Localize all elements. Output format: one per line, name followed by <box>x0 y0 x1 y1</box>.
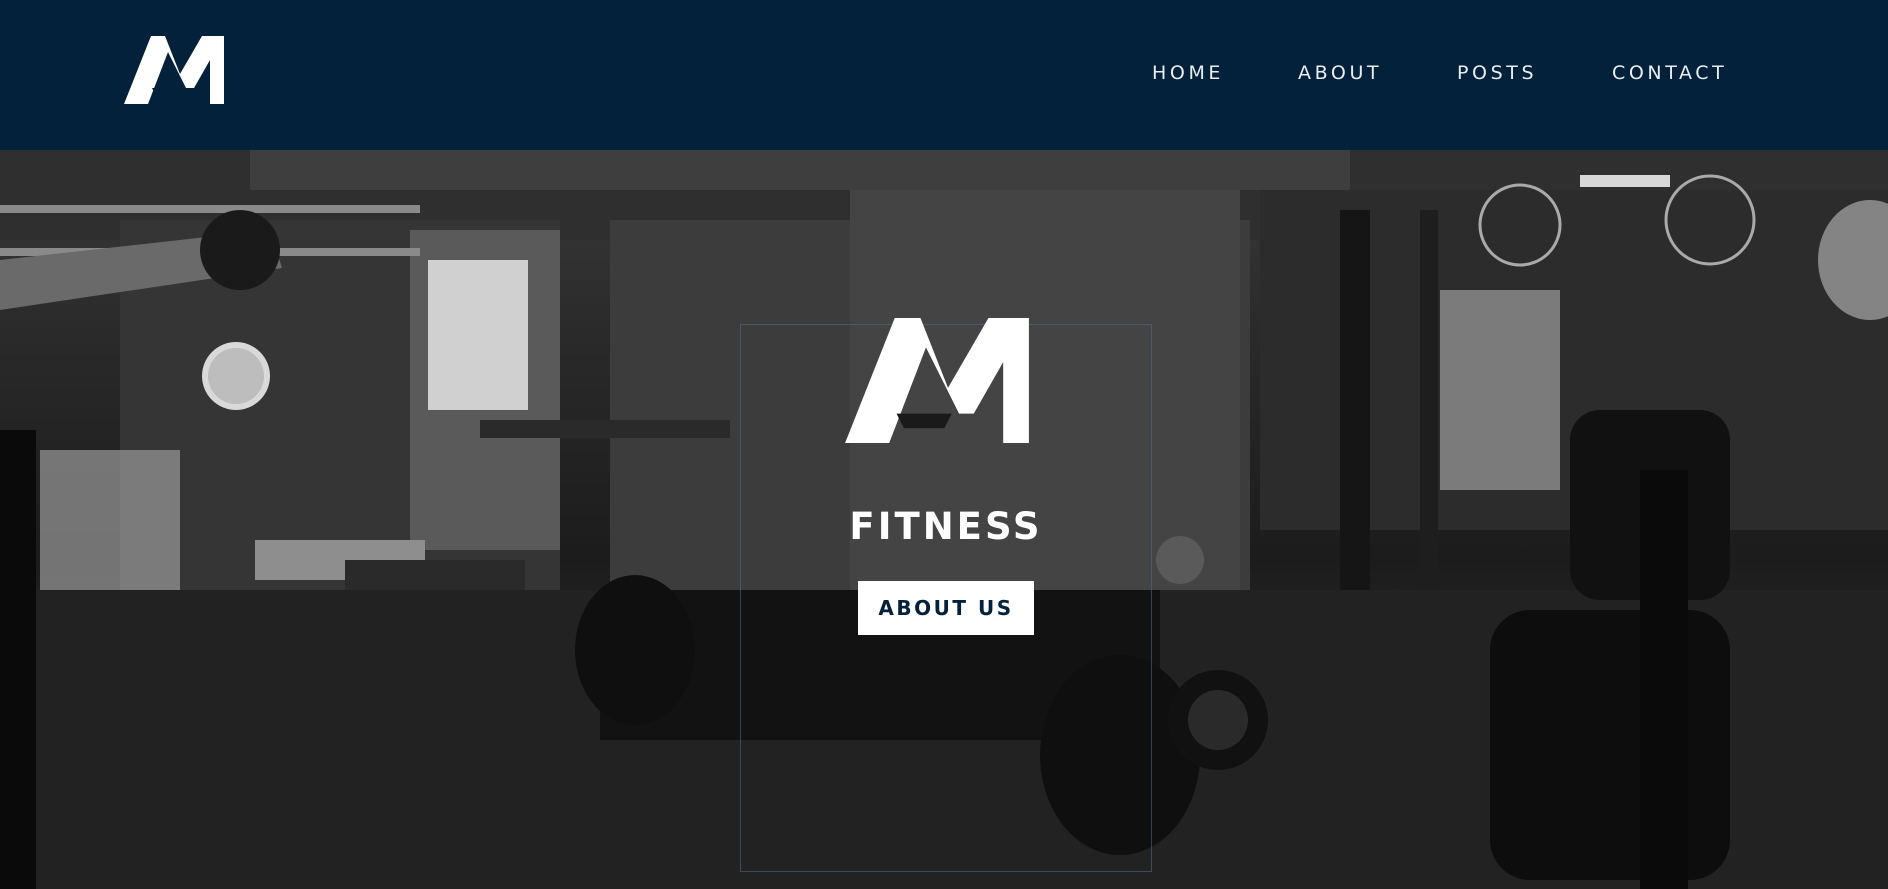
main-nav: HOME ABOUT POSTS CONTACT <box>0 58 1888 88</box>
am-logo-icon <box>845 318 1029 443</box>
site-header: HOME ABOUT POSTS CONTACT <box>0 0 1888 150</box>
about-us-button[interactable]: ABOUT US <box>858 581 1034 635</box>
hero-logo <box>841 318 1033 443</box>
hero-title: FITNESS <box>849 505 1043 548</box>
nav-home-link[interactable]: HOME <box>1152 58 1224 88</box>
nav-posts-link[interactable]: POSTS <box>1457 58 1537 88</box>
nav-about-link[interactable]: ABOUT <box>1298 58 1382 88</box>
nav-contact-link[interactable]: CONTACT <box>1612 58 1727 88</box>
